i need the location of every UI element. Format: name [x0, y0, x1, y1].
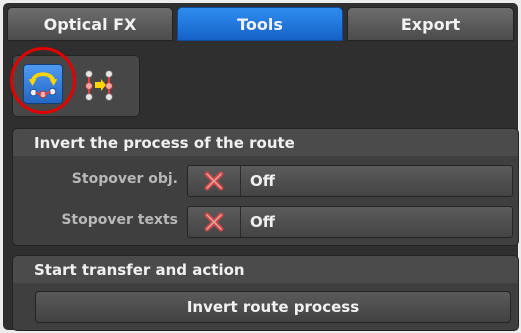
- stopover-texts-value: Off: [250, 213, 275, 231]
- tab-optical-fx[interactable]: Optical FX: [7, 7, 173, 41]
- stopover-texts-toggle[interactable]: Off: [187, 206, 513, 238]
- invert-route-icon: [28, 72, 58, 99]
- tab-tools[interactable]: Tools: [177, 7, 343, 41]
- stopover-obj-toggle[interactable]: Off: [187, 165, 513, 197]
- tab-export[interactable]: Export: [347, 7, 514, 41]
- x-icon: [188, 207, 241, 237]
- stopover-texts-label: Stopover texts: [61, 212, 178, 228]
- route-transfer-button[interactable]: [79, 64, 119, 104]
- panel-title: Invert the process of the route: [13, 129, 518, 156]
- route-transfer-icon: [85, 70, 113, 101]
- tool-buttons: [12, 55, 140, 117]
- invert-route-button[interactable]: [23, 64, 63, 104]
- x-icon: [188, 166, 241, 196]
- transfer-action-panel: Start transfer and action Invert route p…: [12, 255, 519, 331]
- invert-route-panel: Invert the process of the route Stopover…: [12, 128, 519, 246]
- panel-title: Start transfer and action: [13, 256, 518, 283]
- invert-route-process-button[interactable]: Invert route process: [35, 291, 511, 323]
- stopover-obj-label: Stopover obj.: [71, 171, 178, 187]
- tab-bar: Optical FX Tools Export: [7, 7, 514, 41]
- stopover-obj-value: Off: [250, 172, 275, 190]
